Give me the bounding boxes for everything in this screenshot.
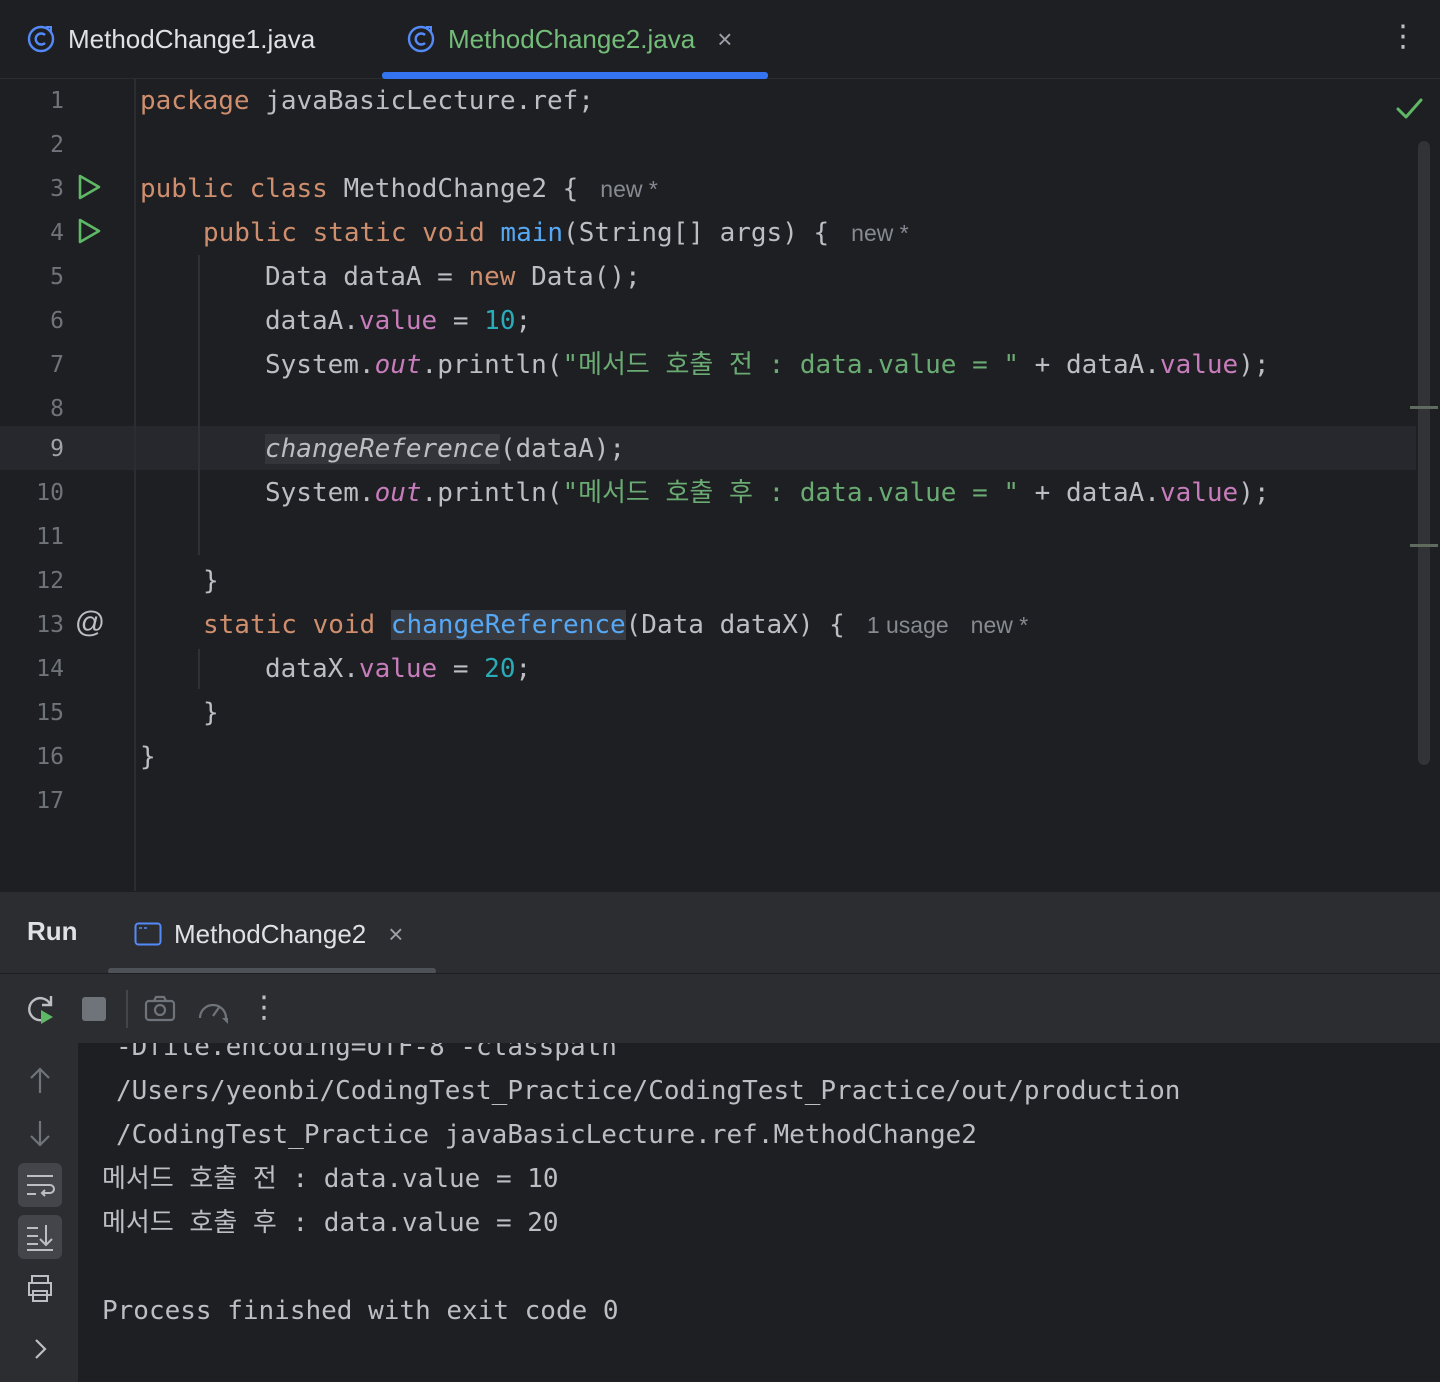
line-number: 9 xyxy=(50,436,64,462)
chevron-right-icon[interactable] xyxy=(18,1327,62,1371)
gutter-separator xyxy=(134,79,136,891)
line-number: 3 xyxy=(50,176,64,202)
usage-hint: 1 usage xyxy=(866,612,949,638)
code-line-10: System.out.println("메서드 호출 후 : data.valu… xyxy=(265,478,1270,508)
line-number: 6 xyxy=(50,308,64,334)
current-line-highlight xyxy=(0,426,1416,470)
code-line-13: static void changeReference(Data dataX) … xyxy=(203,610,1029,640)
run-gutter-icon[interactable] xyxy=(74,172,104,202)
run-tab-label: MethodChange2 xyxy=(174,918,367,949)
annotation-at-icon[interactable]: @ xyxy=(74,608,106,640)
line-number: 10 xyxy=(36,480,64,506)
arrow-down-icon[interactable] xyxy=(18,1111,62,1155)
line-number: 12 xyxy=(36,568,64,594)
code-line-5: Data dataA = new Data(); xyxy=(265,262,641,292)
line-number: 7 xyxy=(50,352,64,378)
gutter: 1 2 3 4 5 6 7 8 9 10 11 12 13 14 15 16 1… xyxy=(0,79,134,891)
tab-methodchange2[interactable]: MethodChange2.java × xyxy=(406,0,732,78)
arrow-up-icon[interactable] xyxy=(18,1059,62,1103)
line-number: 16 xyxy=(36,744,64,770)
more-menu-icon[interactable]: ⋮ xyxy=(1388,22,1418,56)
line-number: 13 xyxy=(36,612,64,638)
more-menu-icon[interactable]: ⋮ xyxy=(247,992,281,1026)
inlay-hint: new * xyxy=(851,220,909,246)
line-number: 4 xyxy=(50,220,64,246)
line-number: 15 xyxy=(36,700,64,726)
editor-tab-bar: MethodChange1.java MethodChange2.java × … xyxy=(0,0,1440,79)
indent-guide xyxy=(198,255,200,555)
code-line-4: public static void main(String[] args) {… xyxy=(203,218,909,248)
java-class-icon xyxy=(407,25,435,53)
line-number: 14 xyxy=(36,656,64,682)
run-toolbar: ⋮ xyxy=(0,973,1440,1044)
run-tab-methodchange2[interactable]: MethodChange2 × xyxy=(134,912,403,956)
code-line-7: System.out.println("메서드 호출 전 : data.valu… xyxy=(265,350,1270,380)
change-marker xyxy=(1410,406,1438,409)
console-icon xyxy=(134,922,162,946)
run-title: Run xyxy=(27,916,78,946)
line-number: 5 xyxy=(50,264,64,290)
console-line: /CodingTest_Practice javaBasicLecture.re… xyxy=(116,1120,977,1150)
tab-label: MethodChange2.java xyxy=(448,23,696,54)
console-line: /Users/yeonbi/CodingTest_Practice/Coding… xyxy=(116,1076,1181,1106)
code-editor[interactable]: 1 2 3 4 5 6 7 8 9 10 11 12 13 14 15 16 1… xyxy=(0,79,1440,891)
active-tab-indicator xyxy=(382,72,768,79)
line-number: 1 xyxy=(50,88,64,114)
inlay-hint: new * xyxy=(970,612,1029,638)
editor-scrollbar[interactable] xyxy=(1418,141,1430,765)
stop-icon[interactable] xyxy=(77,992,111,1026)
console-line: -Dfile.encoding=UTF-8 -classpath xyxy=(116,1043,617,1062)
indent-guide xyxy=(198,649,200,689)
scroll-to-end-icon[interactable] xyxy=(18,1215,62,1259)
code-line-1: package javaBasicLecture.ref; xyxy=(140,86,594,116)
code-line-15: } xyxy=(203,698,219,728)
line-number: 11 xyxy=(36,524,64,550)
checkmark-icon[interactable] xyxy=(1394,93,1424,123)
soft-wrap-icon[interactable] xyxy=(18,1163,62,1207)
console-side-toolbar xyxy=(0,1043,78,1382)
toolbar-separator xyxy=(126,990,128,1028)
run-gutter-icon[interactable] xyxy=(74,216,104,246)
java-class-icon xyxy=(27,25,55,53)
gauge-icon[interactable] xyxy=(196,992,230,1026)
line-number: 17 xyxy=(36,788,64,814)
line-number: 2 xyxy=(50,132,64,158)
close-icon[interactable]: × xyxy=(717,24,732,55)
console-line: 메서드 호출 후 : data.value = 20 xyxy=(102,1208,559,1238)
code-line-6: dataA.value = 10; xyxy=(265,306,532,336)
run-tool-window-header: Run MethodChange2 × xyxy=(0,891,1440,974)
console-output[interactable]: -Dfile.encoding=UTF-8 -classpath /Users/… xyxy=(78,1043,1440,1382)
inlay-hint: new * xyxy=(600,176,658,202)
rerun-icon[interactable] xyxy=(24,992,58,1026)
tab-label: MethodChange1.java xyxy=(68,23,316,54)
change-marker xyxy=(1410,544,1438,547)
code-line-14: dataX.value = 20; xyxy=(265,654,532,684)
code-line-12: } xyxy=(203,566,219,596)
line-number: 8 xyxy=(50,396,64,422)
print-icon[interactable] xyxy=(18,1267,62,1311)
code-line-16: } xyxy=(140,742,156,772)
console-line: 메서드 호출 전 : data.value = 10 xyxy=(102,1164,559,1194)
code-line-9: changeReference(dataA); xyxy=(265,434,626,464)
close-icon[interactable]: × xyxy=(388,919,403,950)
camera-icon[interactable] xyxy=(143,992,177,1026)
code-line-3: public class MethodChange2 {new * xyxy=(140,174,658,204)
tab-methodchange1[interactable]: MethodChange1.java xyxy=(26,0,315,78)
console-line: Process finished with exit code 0 xyxy=(102,1296,619,1326)
